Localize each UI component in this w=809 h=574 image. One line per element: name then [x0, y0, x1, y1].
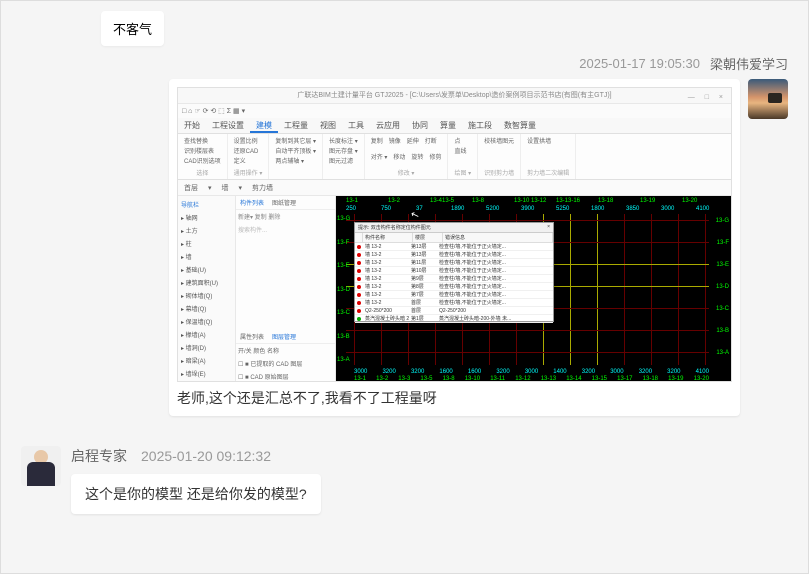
dialog-close-icon: × [547, 224, 550, 231]
error-dialog: 提示: 双击构件名称定位构件图元 × 构件名称 楼层 错误信息 墙 13-2第1… [354, 222, 554, 322]
message-1-username: 梁朝伟爱学习 [710, 54, 788, 73]
context-bar: 首层 ▾ 墙 ▾ 剪力墙 [178, 180, 731, 196]
error-row: 墙 13-2第10层检查柱/墙,不能位于正火墙定... [355, 267, 553, 275]
nav-item: ▸ 轴网 [180, 211, 233, 224]
ribbon-bar: 查找替换识别楼层表CAD识别选项选择 设置比例还原CAD定义通用操作 ▾ 复制到… [178, 134, 731, 180]
message-1-text: 老师,这个还是汇总不了,我看不了工程量呀 [177, 388, 732, 408]
message-1-avatar[interactable] [748, 79, 788, 119]
nav-item: ▸ 压顶(YD) [180, 380, 233, 382]
nav-item: ▸ 幕墙(Q) [180, 302, 233, 315]
message-2-header: 启程专家 2025-01-20 09:12:32 [71, 446, 788, 466]
nav-item: ▸ 土方 [180, 224, 233, 237]
nav-item: ▸ 墙 [180, 250, 233, 263]
drawing-canvas: 13-113-213-413-513-813-10 13-1213-13-161… [336, 196, 731, 382]
nav-item: ▸ 暗梁(A) [180, 354, 233, 367]
ribbon-tab: 云应用 [370, 118, 406, 133]
message-2-time: 2025-01-20 09:12:32 [141, 448, 271, 464]
message-2-text: 这个是你的模型 还是给你发的模型? [85, 486, 307, 502]
error-row: 墙 13-2第13层检查柱/墙,不能位于正火墙定... [355, 251, 553, 259]
error-row: 蒸汽混凝土砖头暗 200-外墙第1层蒸汽混凝土砖头暗-200-外墙 未... [355, 315, 553, 323]
ribbon-tab: 协同 [406, 118, 434, 133]
ribbon-tab: 数智算量 [498, 118, 542, 133]
attached-screenshot[interactable]: 广联达BIM土建计量平台 GTJ2025 - [C:\Users\发票单\Des… [177, 87, 732, 382]
message-2-avatar[interactable] [21, 446, 61, 486]
ribbon-tab: 工具 [342, 118, 370, 133]
error-row: 墙 13-2首层检查柱/墙,不能位于正火墙定... [355, 299, 553, 307]
ribbon-tab: 工程设置 [206, 118, 250, 133]
message-1-bubble: 广联达BIM土建计量平台 GTJ2025 - [C:\Users\发票单\Des… [169, 79, 740, 416]
error-row: Q2-250*200首层Q2-250*200 [355, 307, 553, 315]
nav-item: ▸ 建筑面积(U) [180, 276, 233, 289]
ribbon-tab: 开始 [178, 118, 206, 133]
message-1-time: 2025-01-17 19:05:30 [579, 56, 700, 71]
nav-item: ▸ 基础(U) [180, 263, 233, 276]
app-titlebar: 广联达BIM土建计量平台 GTJ2025 - [C:\Users\发票单\Des… [178, 88, 731, 104]
window-controls: — □ × [688, 90, 727, 106]
nav-item: ▸ 椽墙(A) [180, 328, 233, 341]
nav-panel: 导航栏 ▸ 轴网▸ 土方▸ 柱▸ 墙▸ 基础(U)▸ 建筑面积(U)▸ 砌体墙(… [178, 196, 236, 382]
ribbon-tab: 工程量 [278, 118, 314, 133]
error-row: 墙 13-2第8层检查柱/墙,不能位于正火墙定... [355, 283, 553, 291]
message-2: 启程专家 2025-01-20 09:12:32 这个是你的模型 还是给你发的模… [21, 446, 788, 514]
quick-access-toolbar: □ ⌂ ☞ ⟳ ⟲ ⬚ Σ ▦ ▾ [178, 104, 731, 118]
error-row: 墙 13-2第13层检查柱/墙,不能位于正火墙定... [355, 243, 553, 251]
ribbon-tab: 施工段 [462, 118, 498, 133]
nav-item: ▸ 柱 [180, 237, 233, 250]
message-2-username: 启程专家 [71, 446, 127, 466]
nav-item: ▸ 墙垛(E) [180, 367, 233, 380]
nav-item: ▸ 砌体墙(Q) [180, 289, 233, 302]
ribbon-tab: 算量 [434, 118, 462, 133]
message-2-bubble: 这个是你的模型 还是给你发的模型? [71, 474, 321, 514]
prev-message-fragment: 不客气 [101, 11, 164, 46]
nav-item: ▸ 保温墙(Q) [180, 315, 233, 328]
error-row: 墙 13-2第7层检查柱/墙,不能位于正火墙定... [355, 291, 553, 299]
dialog-title-text: 提示: 双击构件名称定位构件图元 [358, 224, 431, 231]
ribbon-tabs: 开始工程设置建模工程量视图工具云应用协同算量施工段数智算量 [178, 118, 731, 134]
prev-message-text: 不客气 [113, 22, 152, 37]
error-row: 墙 13-2第9层检查柱/墙,不能位于正火墙定... [355, 275, 553, 283]
app-title-text: 广联达BIM土建计量平台 GTJ2025 - [C:\Users\发票单\Des… [297, 92, 611, 99]
message-1: 广联达BIM土建计量平台 GTJ2025 - [C:\Users\发票单\Des… [21, 79, 788, 416]
message-1-header: 2025-01-17 19:05:30 梁朝伟爱学习 [21, 54, 788, 73]
error-row: 墙 13-2第11层检查柱/墙,不能位于正火墙定... [355, 259, 553, 267]
nav-item: ▸ 墙洞(D) [180, 341, 233, 354]
component-panel: 构件列表 图纸管理 新建▾ 复制 删除 搜索构件... 属性列表 图层管理 开/… [236, 196, 336, 382]
ribbon-tab: 视图 [314, 118, 342, 133]
ribbon-tab: 建模 [250, 118, 278, 133]
